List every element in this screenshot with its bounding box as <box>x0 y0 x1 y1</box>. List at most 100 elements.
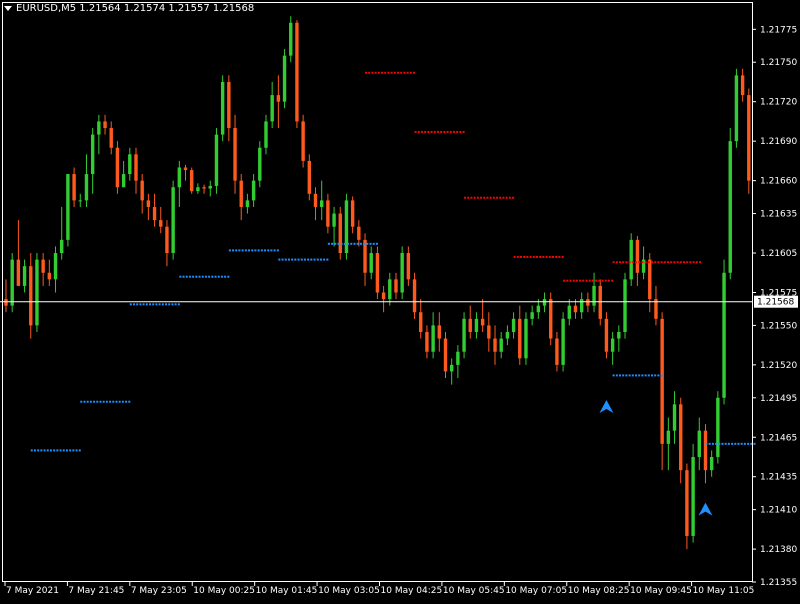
bear-candle <box>660 318 664 444</box>
resistance-dot <box>417 130 420 133</box>
y-tick-label: 1.21435 <box>760 473 797 483</box>
bull-candle <box>344 200 349 254</box>
support-dot <box>372 242 375 245</box>
resistance-dot <box>579 279 582 282</box>
resistance-dot <box>692 261 695 264</box>
support-dot <box>112 400 115 403</box>
bull-candle <box>474 318 479 332</box>
bear-candle <box>41 259 45 273</box>
resistance-dot <box>683 261 686 264</box>
support-dot <box>254 249 257 252</box>
resistance-dot <box>607 279 610 282</box>
resistance-dot <box>539 255 542 258</box>
bear-candle <box>313 193 318 207</box>
resistance-dot <box>505 196 508 199</box>
bull-candle <box>697 430 701 457</box>
bear-candle <box>679 404 683 471</box>
resistance-dot <box>548 255 551 258</box>
resistance-dot <box>686 261 689 264</box>
support-dot <box>155 303 158 306</box>
support-dot <box>37 449 40 452</box>
chart-window[interactable]: 1.21775 1.21750 1.21720 1.21690 1.21660 1.216… <box>0 0 800 600</box>
bull-candle <box>561 318 565 365</box>
y-tick-label: 1.21465 <box>760 433 797 443</box>
bull-candle <box>542 299 547 306</box>
bear-candle <box>747 95 751 181</box>
bear-candle <box>555 338 559 365</box>
bear-candle <box>326 200 330 227</box>
resistance-dot <box>467 196 470 199</box>
bull-candle <box>369 253 373 273</box>
support-dot <box>303 258 306 261</box>
support-dot <box>715 442 718 445</box>
resistance-dot <box>651 261 654 264</box>
resistance-dot <box>473 196 476 199</box>
resistance-dot <box>689 261 692 264</box>
bull-candle <box>208 185 212 189</box>
bull-candle <box>22 266 27 286</box>
support-dot <box>323 258 326 261</box>
resistance-dot <box>604 279 607 282</box>
bull-candle <box>610 338 615 352</box>
bear-candle <box>493 338 497 352</box>
y-tick-label: 1.21520 <box>760 361 797 371</box>
price-chart[interactable]: 1.21775 1.21750 1.21720 1.21690 1.21660 1.216… <box>0 0 800 600</box>
bull-candle <box>734 75 739 142</box>
support-dot <box>33 449 36 452</box>
support-dot <box>72 449 75 452</box>
bear-candle <box>4 299 8 306</box>
support-dot <box>83 400 86 403</box>
bull-candle <box>319 200 324 207</box>
bear-candle <box>109 128 113 148</box>
bull-candle <box>536 305 541 313</box>
support-dot <box>721 442 724 445</box>
support-dot <box>635 374 638 377</box>
resistance-dot <box>628 261 631 264</box>
bull-candle <box>716 397 720 457</box>
support-dot <box>69 449 72 452</box>
resistance-dot <box>611 279 614 282</box>
resistance-dot <box>555 255 558 258</box>
resistance-dot <box>591 279 594 282</box>
resistance-dot <box>456 130 459 133</box>
current-price-tag-label: 1.21568 <box>757 298 794 308</box>
support-dot <box>347 242 350 245</box>
support-dot <box>228 249 231 252</box>
support-dot <box>375 242 378 245</box>
bull-candle <box>332 213 336 227</box>
resistance-dot <box>409 71 412 74</box>
support-dot <box>267 249 270 252</box>
support-dot <box>615 374 618 377</box>
resistance-dot <box>492 196 495 199</box>
resistance-dot <box>462 130 465 133</box>
support-dot <box>660 374 663 377</box>
y-tick-label: 1.21660 <box>760 177 797 187</box>
bull-candle <box>722 272 726 398</box>
resistance-dot <box>365 71 368 74</box>
resistance-dot <box>612 261 615 264</box>
collapse-triangle-icon[interactable] <box>4 6 12 11</box>
bull-candle <box>691 456 695 536</box>
resistance-dot <box>368 71 371 74</box>
support-dot <box>43 449 46 452</box>
bear-candle <box>394 279 398 293</box>
resistance-dot <box>532 255 535 258</box>
bull-candle <box>592 285 596 306</box>
resistance-dot <box>390 71 393 74</box>
bear-candle <box>549 299 553 339</box>
x-tick-label: 10 May 03:05 <box>318 586 380 596</box>
bull-candle <box>709 456 714 471</box>
support-dot <box>139 303 142 306</box>
support-dot <box>232 249 235 252</box>
support-dot <box>238 249 241 252</box>
resistance-dot <box>413 71 416 74</box>
x-tick-label: 10 May 05:45 <box>443 586 505 596</box>
bear-candle <box>375 253 380 293</box>
support-dot <box>136 303 139 306</box>
bear-candle <box>159 220 163 227</box>
bull-candle <box>121 174 126 188</box>
resistance-dot <box>638 261 641 264</box>
support-dot <box>161 303 164 306</box>
support-dot <box>192 275 195 278</box>
resistance-dot <box>572 279 575 282</box>
